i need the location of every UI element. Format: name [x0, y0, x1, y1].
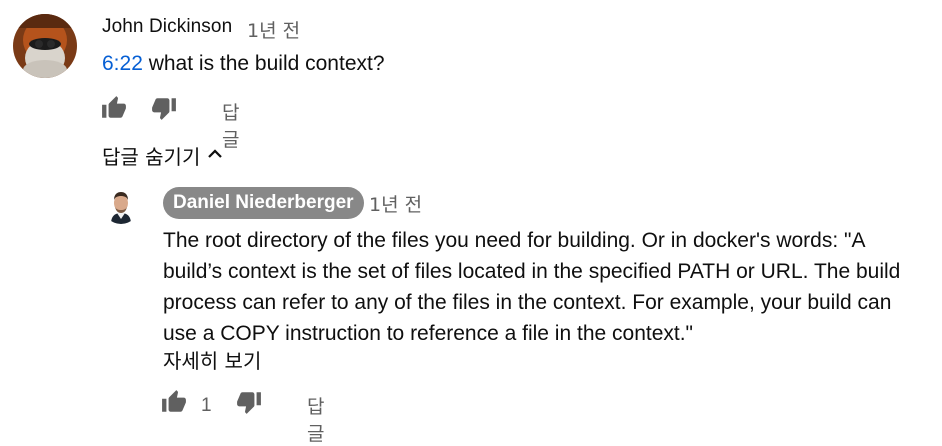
thumbs-up-icon [101, 95, 127, 126]
reply-line: The root directory of the files you need… [163, 229, 866, 252]
hide-replies-button[interactable]: 답글 숨기기 [102, 141, 224, 170]
reply-avatar[interactable] [103, 188, 139, 224]
like-button[interactable] [100, 95, 128, 126]
comment-time[interactable]: 1년 전 [247, 16, 300, 43]
reply-like-button[interactable] [160, 389, 188, 420]
thumbs-down-icon [151, 95, 177, 126]
thumbs-up-icon [161, 389, 187, 420]
comment-text: 6:22 what is the build context? [102, 52, 385, 76]
avatar[interactable] [13, 14, 77, 78]
hide-replies-label: 답글 숨기기 [102, 145, 201, 169]
reply-dislike-button[interactable] [235, 390, 263, 418]
comment-body: what is the build context? [142, 52, 385, 75]
reply-button[interactable]: 답글 [222, 98, 239, 152]
reply-time[interactable]: 1년 전 [369, 190, 422, 217]
thumbs-down-icon [236, 389, 262, 420]
reply-author-chip[interactable]: Daniel Niederberger [163, 187, 364, 219]
dislike-button[interactable] [150, 96, 178, 124]
chevron-up-icon [206, 144, 224, 168]
reply-line: process can refer to any of the files in… [163, 291, 892, 314]
reply-line: build’s context is the set of files loca… [163, 260, 901, 283]
like-count: 1 [201, 395, 212, 416]
reply-text: The root directory of the files you need… [163, 225, 938, 349]
reply-reply-button[interactable]: 답글 [307, 392, 324, 446]
read-more-button[interactable]: 자세히 보기 [163, 345, 261, 374]
reply-line: use a COPY instruction to reference a fi… [163, 322, 694, 345]
timestamp-link[interactable]: 6:22 [102, 52, 143, 75]
comment-author[interactable]: John Dickinson [102, 16, 232, 38]
